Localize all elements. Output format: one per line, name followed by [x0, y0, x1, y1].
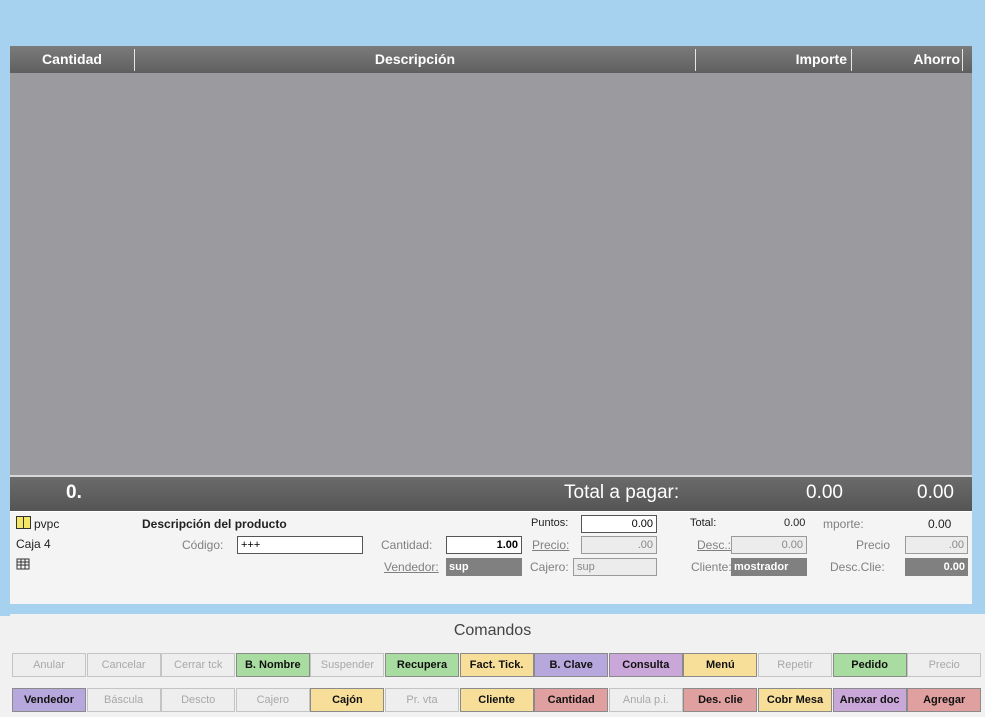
precio2-field[interactable]: .00: [905, 536, 968, 554]
cmd-cerrar-tck-button[interactable]: Cerrar tck: [161, 653, 236, 677]
desc-label: Desc.:: [697, 538, 732, 552]
cmd-anula-p-i-button[interactable]: Anula p.i.: [608, 688, 683, 712]
total-amount: 0.00: [806, 482, 843, 503]
col-cantidad[interactable]: Cantidad: [10, 46, 134, 73]
cmd-pedido-button[interactable]: Pedido: [832, 653, 907, 677]
cliente-field[interactable]: mostrador: [731, 558, 807, 576]
items-grid-header: Cantidad Descripción Importe Ahorro: [10, 46, 972, 73]
commands-panel: Anular Cancelar Cerrar tck B. Nombre Suspend…: [12, 652, 985, 717]
cmd-consulta-button[interactable]: Consulta: [608, 653, 683, 677]
cmd-cobr-mesa-button[interactable]: Cobr Mesa: [758, 688, 832, 712]
item-count: 0.: [66, 482, 82, 503]
cliente-label: Cliente:: [691, 560, 732, 574]
window-bottom-strip: [0, 604, 985, 614]
cmd-agregar-button[interactable]: Agregar: [907, 688, 982, 712]
col-ahorro[interactable]: Ahorro: [852, 46, 962, 73]
total-field-value: 0.00: [784, 517, 806, 529]
product-description-label: Descripción del producto: [142, 517, 287, 531]
cmd-anular-button[interactable]: Anular: [12, 653, 86, 677]
total-label: Total a pagar:: [564, 482, 680, 503]
sales-panel: Cantidad Descripción Importe Ahorro 0. T…: [10, 46, 972, 604]
cmd-pr-vta-button[interactable]: Pr. vta: [385, 688, 459, 712]
cmd-báscula-button[interactable]: Báscula: [86, 688, 161, 712]
col-importe[interactable]: Importe: [696, 46, 851, 73]
cmd-recupera-button[interactable]: Recupera: [385, 653, 459, 677]
desc-clie-field[interactable]: 0.00: [905, 558, 968, 576]
window-right-strip: [972, 46, 985, 606]
total-savings: 0.00: [917, 482, 954, 503]
terminal-icon: [16, 516, 31, 529]
cmd-cajero-button[interactable]: Cajero: [235, 688, 310, 712]
cajero-field[interactable]: sup: [573, 558, 657, 576]
precio2-label: Precio: [856, 538, 891, 552]
cmd-precio-button[interactable]: Precio: [907, 653, 982, 677]
window-top-band: [0, 0, 985, 46]
precio-label: Precio:: [532, 538, 570, 552]
caja-label: Caja 4: [16, 537, 51, 551]
importe-label: mporte:: [823, 517, 864, 531]
product-info-panel: pvpc Caja 4 Descripción del producto Cód…: [10, 512, 972, 604]
cmd-cliente-button[interactable]: Cliente: [459, 688, 534, 712]
total-bar: 0. Total a pagar: 0.00 0.00: [10, 475, 972, 511]
desc-field[interactable]: 0.00: [731, 536, 807, 554]
cmd-descto-button[interactable]: Descto: [161, 688, 236, 712]
cmd-cancelar-button[interactable]: Cancelar: [86, 653, 161, 677]
terminal-name: pvpc: [34, 517, 60, 531]
cmd-des-clie-button[interactable]: Des. clie: [683, 688, 758, 712]
cmd-repetir-button[interactable]: Repetir: [758, 653, 832, 677]
cajero-label: Cajero:: [530, 560, 569, 574]
cmd-anexar-doc-button[interactable]: Anexar doc: [832, 688, 907, 712]
cmd-vendedor-button[interactable]: Vendedor: [12, 688, 86, 712]
precio-field[interactable]: .00: [581, 536, 657, 554]
cantidad-label: Cantidad:: [381, 538, 433, 552]
cmd-menú-button[interactable]: Menú: [683, 653, 758, 677]
cmd-suspender-button[interactable]: Suspender: [310, 653, 385, 677]
cantidad-input[interactable]: 1.00: [446, 536, 522, 554]
puntos-field[interactable]: 0.00: [581, 515, 657, 533]
importe-value: 0.00: [928, 517, 952, 531]
cmd-b-nombre-button[interactable]: B. Nombre: [235, 653, 310, 677]
total-bar-divider: [10, 475, 972, 477]
column-separator: [962, 49, 963, 71]
cmd-b-clave-button[interactable]: B. Clave: [534, 653, 609, 677]
vendedor-label: Vendedor:: [384, 560, 439, 574]
codigo-input[interactable]: +++: [237, 536, 363, 554]
keyboard-icon[interactable]: [16, 557, 30, 571]
items-grid-body[interactable]: [10, 73, 972, 475]
puntos-label: Puntos:: [531, 517, 569, 529]
window-left-strip: [0, 46, 10, 616]
desc-clie-label: Desc.Clie:: [830, 560, 885, 574]
cmd-cajón-button[interactable]: Cajón: [310, 688, 385, 712]
total-field-label: Total:: [690, 517, 717, 529]
cmd-fact-tick-button[interactable]: Fact. Tick.: [459, 653, 534, 677]
codigo-label: Código:: [182, 538, 224, 552]
col-descripcion[interactable]: Descripción: [135, 46, 695, 73]
cmd-cantidad-button[interactable]: Cantidad: [534, 688, 609, 712]
commands-title: Comandos: [453, 622, 532, 639]
vendedor-field[interactable]: sup: [446, 558, 522, 576]
